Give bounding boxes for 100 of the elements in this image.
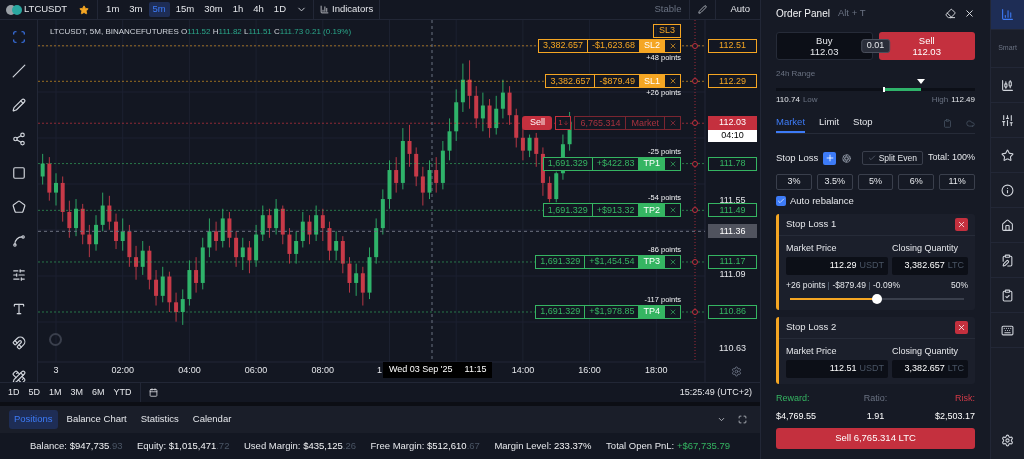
magnet-icon[interactable] <box>11 336 26 350</box>
candlestick <box>507 85 512 126</box>
price-field[interactable]: 112.29 USDT <box>786 257 888 275</box>
lot-size-field[interactable]: 0.01 <box>860 39 891 53</box>
keyboard-icon[interactable] <box>1001 323 1014 337</box>
line-handle[interactable] <box>692 258 698 265</box>
close-icon <box>668 119 677 128</box>
candlestick <box>447 117 452 161</box>
aperture-icon[interactable] <box>842 153 852 163</box>
section-title: Stop Loss <box>776 150 819 165</box>
preset-button[interactable]: 3% <box>776 174 812 190</box>
interval-button[interactable]: 3m <box>125 2 147 17</box>
order-type: Market <box>625 117 664 130</box>
line-handle[interactable] <box>692 120 698 127</box>
calendar-icon[interactable] <box>148 388 158 397</box>
candlestick-icon[interactable] <box>1001 78 1014 92</box>
submit-sell-button[interactable]: Sell 6,765.314 LTC <box>776 428 975 449</box>
frame-icon[interactable] <box>11 30 26 44</box>
symbol-name[interactable]: LTCUSDT <box>24 2 68 17</box>
range-button[interactable]: 5D <box>28 385 41 400</box>
line-handle[interactable] <box>692 78 698 85</box>
range-button[interactable]: YTD <box>113 385 132 400</box>
delete-button[interactable] <box>955 218 968 231</box>
indicators-button[interactable]: Indicators <box>320 2 374 17</box>
interval-button[interactable]: 1h <box>228 2 248 17</box>
expand-icon[interactable] <box>738 415 747 424</box>
polygon-icon[interactable] <box>11 200 26 214</box>
sliders-icon[interactable] <box>1001 113 1014 127</box>
add-button[interactable] <box>823 151 837 165</box>
house-icon[interactable] <box>1001 218 1014 232</box>
candlestick <box>114 213 119 250</box>
order-type-tab[interactable]: Limit <box>819 114 840 133</box>
text-tool-icon[interactable] <box>11 302 26 316</box>
rectangle-icon[interactable] <box>11 166 26 180</box>
preset-button[interactable]: 11% <box>939 174 975 190</box>
preset-button[interactable]: 3.5% <box>816 174 853 190</box>
line-handle[interactable] <box>692 160 698 167</box>
panel-tab[interactable]: Statistics <box>135 410 184 429</box>
interval-button[interactable]: 5m <box>148 2 170 17</box>
interval-button[interactable]: 1D <box>269 2 290 17</box>
order-tag[interactable]: SL3 <box>653 24 681 38</box>
candlestick <box>54 172 59 206</box>
candlestick <box>534 132 539 168</box>
candlestick <box>100 192 105 232</box>
total-label: Total: 100% <box>927 151 975 165</box>
range-button[interactable]: 3M <box>70 385 84 400</box>
chevron-down-icon[interactable] <box>717 415 726 424</box>
interval-button[interactable]: 4h <box>249 2 268 17</box>
preset-button[interactable]: 6% <box>898 174 935 190</box>
quantity-field[interactable]: 3,382.657 LTC <box>892 257 968 275</box>
info-icon[interactable] <box>1001 183 1014 197</box>
candlestick <box>360 266 365 306</box>
interval-button[interactable]: 1m <box>102 2 124 17</box>
line-handle[interactable] <box>692 309 698 315</box>
clipboard-pen-icon[interactable] <box>1001 253 1014 267</box>
candlestick <box>74 198 79 237</box>
candlestick <box>514 108 519 148</box>
curve-icon[interactable] <box>11 234 26 248</box>
slider-thumb[interactable] <box>872 294 882 304</box>
candlestick <box>180 288 185 326</box>
panel-tab[interactable]: Balance Chart <box>61 410 132 429</box>
interval-button[interactable]: 15m <box>171 2 199 17</box>
close-icon <box>957 323 966 332</box>
star-icon[interactable] <box>1001 148 1014 162</box>
candlestick <box>40 153 45 185</box>
pencil-icon[interactable] <box>11 98 26 112</box>
price-field[interactable]: 112.51 USDT <box>786 360 888 378</box>
line-tool-icon[interactable] <box>11 64 26 78</box>
preset-button[interactable]: 5% <box>857 174 894 190</box>
order-type-tab[interactable]: Stop <box>853 114 873 133</box>
nodes-icon[interactable] <box>11 132 26 146</box>
clipboard-check-icon[interactable] <box>1001 288 1014 302</box>
panel-tab[interactable]: Calendar <box>187 410 237 429</box>
candlestick <box>227 211 232 248</box>
range-button[interactable]: 1D <box>8 385 20 400</box>
panel-tab[interactable]: Positions <box>9 410 58 429</box>
quantity-slider[interactable] <box>790 294 964 304</box>
quantity-field[interactable]: 3,382.657 LTC <box>892 360 968 378</box>
bar-chart-icon[interactable] <box>1001 8 1014 21</box>
auto-scale-button[interactable]: Auto <box>730 2 750 17</box>
line-handle[interactable] <box>692 42 698 49</box>
side-tag[interactable]: Sell <box>522 116 553 131</box>
range-fill <box>883 88 922 91</box>
line-handle[interactable] <box>692 207 698 214</box>
pen-icon[interactable] <box>698 5 708 14</box>
close-icon <box>668 41 677 50</box>
clipboard-icon[interactable] <box>943 119 952 128</box>
pencil-ruler-icon[interactable] <box>11 370 26 382</box>
range-button[interactable]: 6M <box>92 385 105 400</box>
split-even-button[interactable]: Split Even <box>861 151 923 165</box>
range-button[interactable]: 1M <box>49 385 62 400</box>
sliders-icon[interactable] <box>11 268 26 282</box>
eraser-icon[interactable] <box>945 8 956 19</box>
favorite-star-icon[interactable] <box>79 4 90 15</box>
delete-button[interactable] <box>955 321 968 334</box>
auto-rebalance-checkbox[interactable] <box>776 196 786 206</box>
close-icon[interactable] <box>964 8 975 19</box>
order-type-tab[interactable]: Market <box>776 114 806 133</box>
candlestick <box>267 208 272 239</box>
interval-button[interactable]: 30m <box>200 2 227 17</box>
